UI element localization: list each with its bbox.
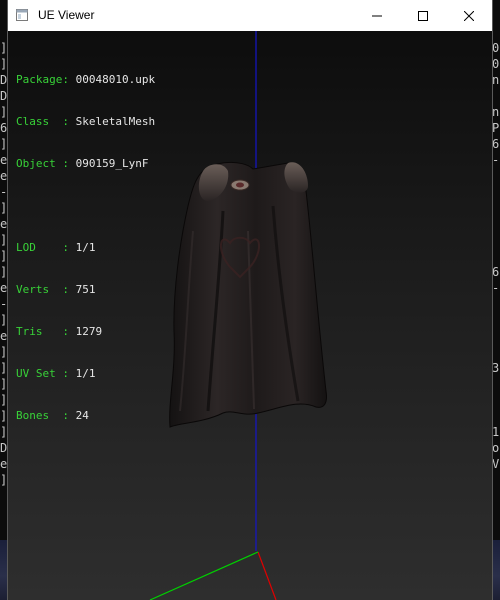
info-bones: Bones : 24 — [16, 409, 89, 422]
window-title: UE Viewer — [38, 8, 95, 22]
maximize-button[interactable] — [400, 0, 446, 31]
info-object: Object : 090159_LynF — [16, 157, 149, 170]
info-class: Class : SkeletalMesh — [16, 115, 156, 128]
minimize-icon — [372, 15, 382, 16]
window-icon — [16, 9, 28, 21]
background-console-left-text: ] ] D D ] 6 ] e e - ] e ] ] ] e - ] e ] … — [0, 41, 8, 487]
title-bar[interactable]: UE Viewer — [8, 0, 492, 32]
minimize-button[interactable] — [354, 0, 400, 31]
maximize-icon — [418, 10, 428, 21]
info-package: Package: 00048010.upk — [16, 73, 156, 86]
close-icon — [464, 10, 474, 21]
3d-viewport[interactable]: Package: 00048010.upk Class : SkeletalMe… — [8, 31, 492, 600]
info-spacer — [16, 199, 155, 213]
close-button[interactable] — [446, 0, 492, 31]
info-lod: LOD : 1/1 — [16, 241, 96, 254]
info-tris: Tris : 1279 — [16, 325, 103, 338]
x-axis-line — [257, 551, 277, 600]
background-console-right-text: 0 0 n n P 6 - 6 - 3 1 o V — [492, 41, 500, 471]
cape-mesh[interactable] — [169, 162, 327, 428]
y-axis-line — [149, 551, 259, 600]
ue-viewer-window: UE Viewer Package: 00048010.upk Class: … — [8, 0, 492, 600]
info-verts: Verts : 751 — [16, 283, 96, 296]
info-uvset: UV Set : 1/1 — [16, 367, 96, 380]
mesh-info-panel: Package: 00048010.upk Class : SkeletalMe… — [16, 45, 155, 451]
